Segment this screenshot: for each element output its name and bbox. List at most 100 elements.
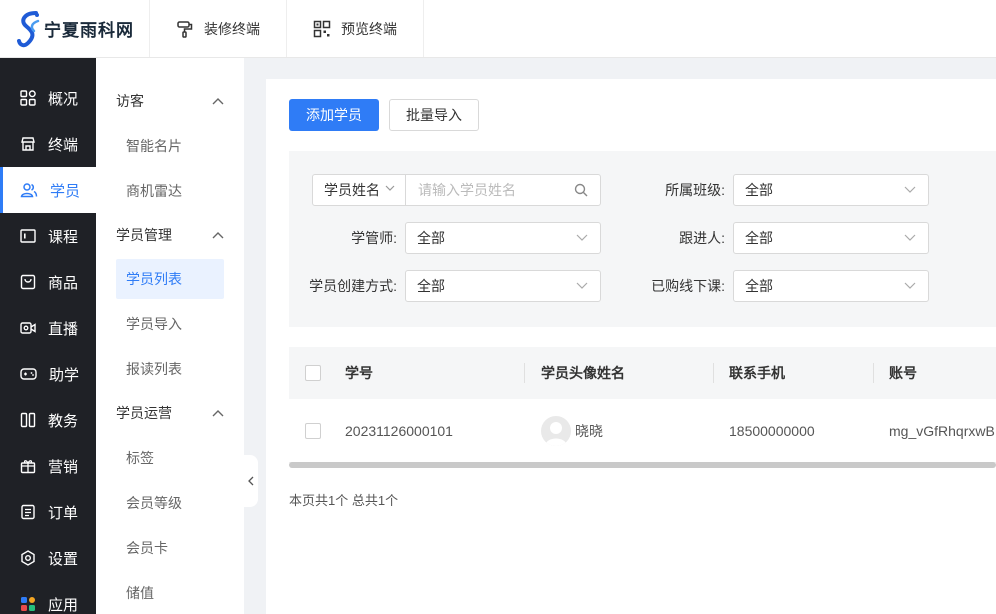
chevron-down-icon	[904, 234, 916, 241]
follower-filter-label: 跟进人:	[679, 230, 725, 246]
tab-preview-label: 预览终端	[341, 20, 397, 37]
nav-live-label: 直播	[48, 320, 79, 338]
chevron-down-icon	[904, 282, 916, 289]
nav-study-aid-label: 助学	[49, 366, 80, 384]
chevron-left-icon	[248, 476, 254, 486]
create-method-filter-label: 学员创建方式:	[309, 278, 397, 294]
add-student-button[interactable]: 添加学员	[289, 99, 379, 131]
nav-students[interactable]: 学员	[0, 167, 96, 213]
nav2-group-student-operations-label: 学员运营	[116, 405, 172, 421]
nav2-item-member-levels[interactable]: 会员等级	[96, 480, 244, 525]
nav-terminal-label: 终端	[48, 136, 79, 154]
nav2-item-opportunity-radar[interactable]: 商机雷达	[96, 168, 244, 213]
follower-filter-value: 全部	[745, 230, 773, 246]
primary-sidebar: 概况 终端 学员 课程 商品 直播 助学 教务 营销 订单 设置 应用	[0, 58, 96, 614]
nav-students-label: 学员	[50, 182, 81, 200]
dashboard-grid-icon	[20, 90, 36, 106]
table-header: 学号 学员头像姓名 联系手机 账号	[289, 347, 996, 399]
offline-course-filter-label: 已购线下课:	[651, 278, 725, 294]
nav-orders-label: 订单	[48, 504, 79, 522]
nav-overview[interactable]: 概况	[0, 75, 96, 121]
goods-icon	[20, 274, 36, 290]
store-icon	[21, 137, 35, 151]
nav2-group-student-management[interactable]: 学员管理	[96, 213, 244, 257]
gamepad-icon	[20, 368, 37, 380]
header-account: 账号	[889, 365, 917, 381]
cell-phone: 18500000000	[729, 422, 815, 439]
nav-goods[interactable]: 商品	[0, 259, 96, 305]
avatar	[541, 415, 571, 446]
nav-orders[interactable]: 订单	[0, 489, 96, 535]
nav-study-aid[interactable]: 助学	[0, 351, 96, 397]
content-card: 添加学员 批量导入 学员姓名 所属班级: 全部 学管师: 全部 跟进人: 全部 …	[266, 79, 996, 614]
class-filter-value: 全部	[745, 182, 773, 198]
nav2-group-student-management-label: 学员管理	[116, 227, 172, 243]
manager-filter-label: 学管师:	[351, 230, 397, 246]
column-divider	[873, 363, 874, 383]
column-divider	[713, 363, 714, 383]
header-student-id: 学号	[345, 365, 373, 381]
nav-goods-label: 商品	[48, 274, 79, 292]
nav2-group-visitors[interactable]: 访客	[96, 79, 244, 123]
chevron-up-icon	[212, 98, 224, 105]
pagination-summary: 本页共1个 总共1个	[289, 493, 399, 508]
offline-course-filter-select[interactable]: 全部	[733, 270, 929, 302]
brand-logo[interactable]: 宁夏雨科网	[0, 0, 150, 57]
chevron-down-icon	[904, 186, 916, 193]
live-camera-icon	[20, 322, 36, 334]
nav-apps[interactable]: 应用	[0, 581, 96, 614]
search-icon[interactable]	[574, 183, 588, 197]
chevron-up-icon	[212, 410, 224, 417]
nav2-group-student-operations[interactable]: 学员运营	[96, 391, 244, 435]
student-name: 晓晓	[575, 422, 603, 439]
order-icon	[21, 504, 35, 520]
nav-terminal[interactable]: 终端	[0, 121, 96, 167]
secondary-sidebar: 访客 智能名片 商机雷达 学员管理 学员列表 学员导入 报读列表 学员运营 标签…	[96, 58, 244, 614]
user-silhouette-icon	[545, 421, 567, 446]
nav-apps-label: 应用	[48, 596, 79, 614]
header-avatar-name: 学员头像姓名	[541, 365, 625, 381]
cell-student-id: 20231126000101	[345, 422, 453, 439]
nav2-item-tags[interactable]: 标签	[96, 435, 244, 480]
chevron-down-icon	[576, 234, 588, 241]
class-filter-select[interactable]: 全部	[733, 174, 929, 206]
qrcode-icon	[313, 20, 331, 37]
search-combo: 学员姓名	[312, 174, 601, 206]
students-table: 学号 学员头像姓名 联系手机 账号 20231126000101 晓晓 1850…	[289, 347, 996, 463]
nav2-item-enrollment-list[interactable]: 报读列表	[96, 346, 244, 391]
chevron-down-icon	[385, 185, 395, 191]
chevron-down-icon	[576, 282, 588, 289]
row-checkbox[interactable]	[305, 422, 321, 439]
select-all-checkbox[interactable]	[305, 365, 321, 381]
nav-live[interactable]: 直播	[0, 305, 96, 351]
nav-settings[interactable]: 设置	[0, 535, 96, 581]
nav-settings-label: 设置	[48, 550, 79, 568]
bulk-import-button[interactable]: 批量导入	[389, 99, 479, 131]
student-name-search-input[interactable]	[407, 175, 567, 205]
nav2-item-smart-card[interactable]: 智能名片	[96, 123, 244, 168]
search-type-select[interactable]: 学员姓名	[313, 175, 406, 205]
header-phone: 联系手机	[729, 365, 785, 381]
nav2-item-student-list[interactable]: 学员列表	[116, 259, 224, 299]
settings-icon	[21, 550, 35, 566]
create-method-filter-select[interactable]: 全部	[405, 270, 601, 302]
nav2-group-visitors-label: 访客	[116, 93, 144, 109]
nav2-item-student-import[interactable]: 学员导入	[96, 301, 244, 346]
sidebar-collapse-button[interactable]	[244, 455, 258, 507]
tab-decorate-label: 装修终端	[204, 20, 260, 37]
table-horizontal-scrollbar[interactable]	[289, 462, 996, 468]
table-row[interactable]: 20231126000101 晓晓 18500000000 mg_vGfRhqr…	[289, 399, 996, 463]
tab-decorate-terminal[interactable]: 装修终端	[150, 0, 287, 57]
nav-courses[interactable]: 课程	[0, 213, 96, 259]
brand-name: 宁夏雨科网	[44, 21, 134, 40]
nav-academic[interactable]: 教务	[0, 397, 96, 443]
cell-avatar-name: 晓晓	[541, 399, 603, 462]
nav2-item-stored-value[interactable]: 储值	[96, 570, 244, 614]
nav2-item-member-cards[interactable]: 会员卡	[96, 525, 244, 570]
chevron-up-icon	[212, 232, 224, 239]
course-icon	[20, 229, 36, 243]
nav-marketing[interactable]: 营销	[0, 443, 96, 489]
follower-filter-select[interactable]: 全部	[733, 222, 929, 254]
tab-preview-terminal[interactable]: 预览终端	[287, 0, 424, 57]
manager-filter-select[interactable]: 全部	[405, 222, 601, 254]
